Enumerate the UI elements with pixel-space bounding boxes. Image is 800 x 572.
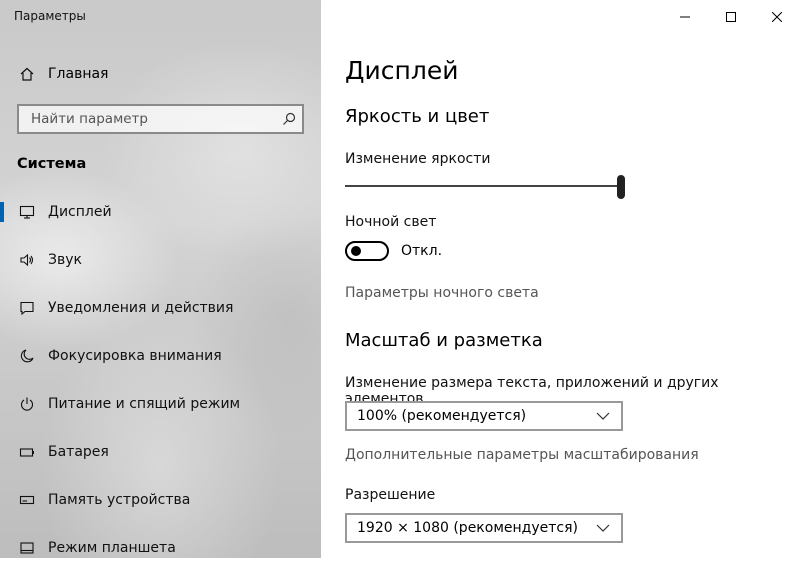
- scale-dropdown[interactable]: 100% (рекомендуется): [345, 401, 623, 431]
- night-light-toggle[interactable]: [345, 241, 389, 261]
- scale-section-title: Масштаб и разметка: [345, 330, 543, 351]
- page-title: Дисплей: [345, 56, 459, 85]
- sidebar-item-storage[interactable]: Память устройства: [0, 476, 321, 524]
- notification-icon: [18, 299, 36, 317]
- advanced-scaling-link[interactable]: Дополнительные параметры масштабирования: [345, 447, 699, 463]
- night-light-settings-link[interactable]: Параметры ночного света: [345, 285, 539, 301]
- resolution-value: 1920 × 1080 (рекомендуется): [357, 520, 578, 536]
- monitor-icon: [18, 203, 36, 221]
- sidebar-item-display[interactable]: Дисплей: [0, 188, 321, 236]
- chevron-down-icon: [595, 520, 611, 536]
- sidebar-item-label: Дисплей: [48, 204, 112, 220]
- nav-list: Дисплей Звук Уведомления и действия Фоку…: [0, 188, 321, 572]
- speaker-icon: [18, 251, 36, 269]
- close-button[interactable]: [754, 0, 800, 32]
- tablet-icon: [18, 539, 36, 557]
- search-box[interactable]: [17, 104, 304, 134]
- close-icon: [771, 7, 783, 26]
- storage-icon: [18, 491, 36, 509]
- moon-icon: [18, 347, 36, 365]
- battery-icon: [18, 443, 36, 461]
- sidebar-item-label: Звук: [48, 252, 82, 268]
- slider-thumb[interactable]: [617, 175, 625, 199]
- chevron-down-icon: [595, 408, 611, 424]
- night-light-label: Ночной свет: [345, 214, 437, 230]
- home-button[interactable]: Главная: [18, 64, 108, 84]
- resolution-label: Разрешение: [345, 487, 436, 503]
- maximize-button[interactable]: [708, 0, 754, 32]
- sidebar-item-label: Питание и спящий режим: [48, 396, 241, 412]
- sidebar-item-notifications[interactable]: Уведомления и действия: [0, 284, 321, 332]
- resolution-dropdown[interactable]: 1920 × 1080 (рекомендуется): [345, 513, 623, 543]
- window-controls: [662, 0, 800, 32]
- main-panel: Дисплей Яркость и цвет Изменение яркости…: [321, 0, 800, 558]
- home-icon: [18, 65, 36, 83]
- section-title: Система: [17, 156, 87, 172]
- night-light-state: Откл.: [401, 243, 443, 259]
- scale-value: 100% (рекомендуется): [357, 408, 527, 424]
- night-light-toggle-row: Откл.: [345, 241, 442, 261]
- power-icon: [18, 395, 36, 413]
- brightness-section-title: Яркость и цвет: [345, 106, 490, 127]
- sidebar-item-tablet-mode[interactable]: Режим планшета: [0, 524, 321, 572]
- sidebar: Параметры Главная Система Дисплей Звук: [0, 0, 321, 558]
- sidebar-item-battery[interactable]: Батарея: [0, 428, 321, 476]
- search-input[interactable]: [29, 110, 276, 128]
- brightness-label: Изменение яркости: [345, 151, 491, 167]
- sidebar-item-label: Режим планшета: [48, 540, 176, 556]
- slider-track: [345, 185, 621, 187]
- minimize-icon: [680, 7, 690, 26]
- window-title: Параметры: [14, 9, 86, 23]
- sidebar-item-label: Уведомления и действия: [48, 300, 234, 316]
- minimize-button[interactable]: [662, 0, 708, 32]
- toggle-knob: [351, 246, 361, 256]
- sidebar-item-label: Память устройства: [48, 492, 191, 508]
- sidebar-item-focus-assist[interactable]: Фокусировка внимания: [0, 332, 321, 380]
- sidebar-item-label: Батарея: [48, 444, 109, 460]
- sidebar-item-label: Фокусировка внимания: [48, 348, 222, 364]
- maximize-icon: [726, 7, 736, 26]
- sidebar-item-sound[interactable]: Звук: [0, 236, 321, 284]
- brightness-slider[interactable]: [345, 175, 625, 199]
- search-icon[interactable]: [276, 106, 302, 132]
- home-label: Главная: [48, 66, 109, 82]
- sidebar-item-power[interactable]: Питание и спящий режим: [0, 380, 321, 428]
